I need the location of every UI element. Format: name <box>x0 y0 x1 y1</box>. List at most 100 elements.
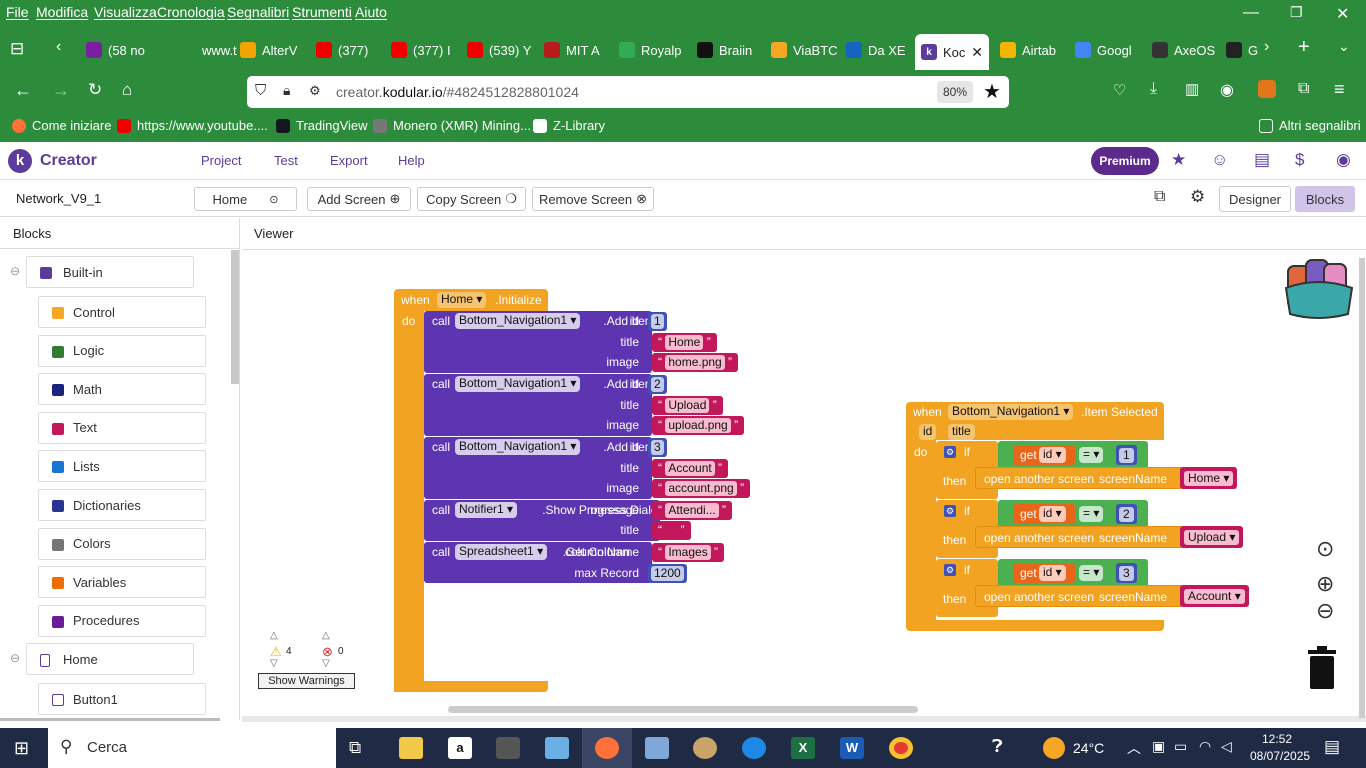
menu-segnalibri[interactable]: Segnalibri <box>227 4 289 20</box>
variable-dropdown[interactable]: id ▾ <box>1039 447 1066 463</box>
forward-icon[interactable]: → <box>52 80 70 101</box>
variable-dropdown[interactable]: id ▾ <box>1039 506 1066 522</box>
number-value[interactable]: 1 <box>1119 448 1134 463</box>
text-block[interactable]: “ upload.png ” <box>652 416 745 436</box>
metamask-icon[interactable] <box>1258 80 1276 98</box>
taskbar-search[interactable]: ⚲ Cerca <box>48 728 336 768</box>
tab-kodular[interactable]: k Koc ✕ <box>915 34 989 70</box>
amazon-icon[interactable]: a <box>448 737 472 759</box>
bookmark-item[interactable]: Monero (XMR) Mining... <box>373 118 531 133</box>
scroll-tabs-right-icon[interactable]: › <box>1264 38 1269 56</box>
nav-export[interactable]: Export <box>330 153 368 168</box>
builtin-math[interactable]: Math <box>38 373 206 406</box>
warning-prev-icon[interactable]: △ <box>270 630 278 641</box>
text-value[interactable]: Upload <box>665 397 710 413</box>
menu-modifica[interactable]: Modifica <box>36 4 88 20</box>
word-icon[interactable]: W <box>840 737 864 759</box>
nav-project[interactable]: Project <box>201 153 241 168</box>
tab-google[interactable]: Googl <box>1075 36 1143 64</box>
tab-mail[interactable]: (58 no <box>86 36 154 64</box>
blocks-button[interactable]: Blocks <box>1295 186 1355 212</box>
builtin-text[interactable]: Text <box>38 411 206 444</box>
permissions-icon[interactable]: ⚙ <box>309 83 321 99</box>
bookmark-item[interactable]: TradingView <box>276 118 368 133</box>
screen-selector[interactable]: Home ⊙ <box>194 187 297 211</box>
excel-icon[interactable]: X <box>791 737 815 759</box>
shield-icon[interactable]: ⛉ <box>255 82 266 99</box>
tab-royal[interactable]: Royalp <box>619 36 687 64</box>
app-icon[interactable] <box>545 737 569 759</box>
chevron-down-icon[interactable]: ⌄ <box>1338 38 1350 55</box>
clock-time[interactable]: 12:52 <box>1262 732 1292 746</box>
menu-file[interactable]: File <box>6 4 29 20</box>
designer-button[interactable]: Designer <box>1219 186 1291 212</box>
trash-icon[interactable] <box>1306 646 1338 690</box>
remove-screen-button[interactable]: Remove Screen ⊗ <box>532 187 654 211</box>
error-next-icon[interactable]: ▽ <box>322 658 330 669</box>
component-dropdown[interactable]: Notifier1 ▾ <box>455 501 518 518</box>
file-explorer-icon[interactable] <box>399 737 423 759</box>
variable-dropdown[interactable]: id ▾ <box>1039 565 1066 581</box>
bookmark-item[interactable]: Come iniziare <box>12 118 111 133</box>
nav-help[interactable]: Help <box>398 153 425 168</box>
number-value[interactable]: 3 <box>651 439 664 455</box>
text-value[interactable]: upload.png <box>665 418 731 434</box>
gallery-icon[interactable]: ★ <box>1171 150 1186 170</box>
error-prev-icon[interactable]: △ <box>322 630 330 641</box>
add-screen-button[interactable]: Add Screen ⊕ <box>307 187 411 211</box>
number-block[interactable]: 1 <box>648 312 667 331</box>
tab-xe[interactable]: Da XE <box>846 36 914 64</box>
app-icon[interactable] <box>742 737 766 759</box>
tab-list-icon[interactable]: ⊟ <box>10 39 24 59</box>
text-block[interactable]: “ account.png ” <box>652 479 751 499</box>
taskbar-active-firefox[interactable] <box>582 728 632 768</box>
extensions-icon[interactable]: ⧉ <box>1298 80 1309 98</box>
text-block[interactable]: “ home.png ” <box>652 353 739 373</box>
tab-viabtc[interactable]: ViaBTC <box>771 36 839 64</box>
zoom-in-icon[interactable]: ⊕ <box>1316 571 1334 597</box>
close-tab-icon[interactable]: ✕ <box>971 44 983 61</box>
restore-icon[interactable]: ❐ <box>1290 4 1303 21</box>
number-block[interactable]: 3 <box>1116 563 1137 583</box>
tab-braiins[interactable]: Braiin <box>697 36 765 64</box>
close-window-icon[interactable]: ✕ <box>1336 4 1349 24</box>
operator-dropdown[interactable]: = ▾ <box>1079 506 1104 522</box>
show-warnings-button[interactable]: Show Warnings <box>258 673 355 689</box>
mutator-gear-icon[interactable]: ⚙ <box>944 505 956 517</box>
screenshot-icon[interactable]: ⧉ <box>1154 188 1165 206</box>
nav-test[interactable]: Test <box>274 153 298 168</box>
other-bookmarks[interactable]: Altri segnalibri <box>1259 118 1361 133</box>
text-block[interactable]: “ Images ” <box>652 542 725 562</box>
bookmark-item[interactable]: Z-Library <box>533 118 605 133</box>
hamburger-menu-icon[interactable]: ≡ <box>1334 79 1345 100</box>
tab-airtable[interactable]: Airtab <box>1000 36 1068 64</box>
component-dropdown[interactable]: Bottom_Navigation1 ▾ <box>455 313 581 329</box>
number-value[interactable]: 1200 <box>651 565 684 581</box>
reload-icon[interactable]: ↻ <box>88 80 102 100</box>
windows-start-icon[interactable]: ⊞ <box>14 738 29 759</box>
screen-name-block[interactable]: Home ▾ <box>1180 467 1238 489</box>
collapse-icon[interactable]: ⊖ <box>10 651 20 665</box>
premium-button[interactable]: Premium <box>1091 147 1159 175</box>
builtin-variables[interactable]: Variables <box>38 566 206 599</box>
lock-icon[interactable]: 🔒︎ <box>283 82 290 99</box>
param-title[interactable]: title <box>948 424 975 440</box>
profile-icon[interactable]: ◉ <box>1336 150 1351 170</box>
text-value[interactable]: home.png <box>665 355 725 371</box>
menu-cronologia[interactable]: Cronologia <box>157 4 225 20</box>
text-value[interactable]: Images <box>665 544 711 560</box>
viewer-hscrollbar[interactable] <box>448 706 918 713</box>
operator-dropdown[interactable]: = ▾ <box>1079 447 1104 463</box>
screen-dropdown[interactable]: Home ▾ <box>437 292 487 308</box>
text-block[interactable]: “ Home ” <box>652 332 717 352</box>
mutator-gear-icon[interactable]: ⚙ <box>944 564 956 576</box>
number-block[interactable]: 1 <box>1116 445 1137 465</box>
param-id[interactable]: id <box>919 424 937 440</box>
text-value[interactable]: Home <box>665 334 704 350</box>
number-block[interactable]: 2 <box>1116 504 1137 524</box>
url-bar[interactable]: ⛉ 🔒︎ ⚙ creator.kodular.io/#4824512828801… <box>247 76 1009 108</box>
component-dropdown[interactable]: Bottom_Navigation1 ▾ <box>455 438 581 455</box>
number-value[interactable]: 1 <box>651 314 664 329</box>
monetization-icon[interactable]: $ <box>1295 150 1304 170</box>
tab-youtube[interactable]: (539) Y <box>467 36 535 64</box>
